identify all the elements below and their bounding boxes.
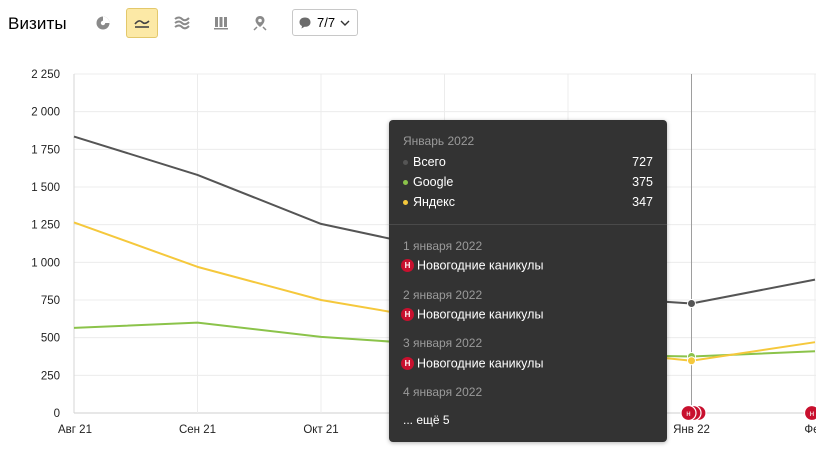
y-tick-label: 1 250 [31,220,60,232]
y-tick-label: 2 250 [31,69,60,81]
y-tick-label: 750 [41,295,60,307]
event-item: Н Новогодние каникулы [401,258,543,276]
annotations-dropdown[interactable]: 7/7 [292,9,358,36]
bar-chart-icon [214,17,228,30]
series-value: 375 [632,175,653,189]
event-date: 4 января 2022 [403,385,483,399]
y-tick-label: 500 [41,333,60,345]
y-tick-label: 1 500 [31,182,60,194]
event-date: 3 января 2022 [403,336,483,350]
event-label: Новогодние каникулы [417,356,544,371]
event-label: Новогодние каникулы [417,307,544,322]
map-button[interactable] [244,8,276,38]
y-tick-label: 1 000 [31,257,60,269]
series-name: Google [413,175,454,189]
holiday-badge-icon: Н [401,308,414,322]
line-chart-button[interactable] [126,8,158,38]
bar-chart-button[interactable] [205,8,237,38]
series-name: Яндекс [413,195,456,209]
tooltip-title: Январь 2022 [403,134,475,148]
chart-area: 0 250 500 750 1 000 1 250 1 500 1 750 2 000 2 250… [0,50,816,454]
y-tick-label: 1 750 [31,144,60,156]
pie-chart-icon [96,16,110,30]
x-tick-label: Авг 21 [58,424,92,436]
annotations-count: 7/7 [317,15,336,30]
x-tick-label: Сен 21 [179,424,216,436]
chevron-down-icon [340,20,350,26]
series-name: Всего [413,155,446,169]
comment-icon [299,17,311,28]
more-events-link[interactable]: ... ещё 5 [403,413,450,427]
annotation-marker-label: н [810,409,814,418]
tooltip-divider [389,224,667,225]
y-tick-label: 250 [41,370,60,382]
series-point [687,356,696,366]
series-value: 727 [632,155,653,169]
y-tick-label: 2 000 [31,107,60,119]
series-point [687,298,696,308]
x-tick-label: Фев [804,424,816,436]
holiday-badge-icon: Н [401,259,414,273]
event-label: Новогодние каникулы [417,258,544,273]
tooltip-row-google: Google 375 [403,174,653,192]
pie-chart-button[interactable] [87,8,119,38]
series-value: 347 [632,195,653,209]
annotation-marker-label: н [686,409,690,418]
series-dot [403,180,408,185]
chart-toolbar: Визиты 7/7 [0,0,816,50]
x-tick-label: Окт 21 [303,424,338,436]
tooltip-row-yandex: Яндекс 347 [403,194,653,212]
series-dot [403,160,408,165]
event-item: Н Новогодние каникулы [401,356,543,374]
event-item: Н Новогодние каникулы [401,307,543,325]
area-chart-icon [174,16,190,30]
chart-title: Визиты [8,14,67,33]
map-pin-icon [253,16,267,31]
event-date: 1 января 2022 [403,239,483,253]
line-chart-icon [134,20,150,28]
y-tick-label: 0 [54,408,60,420]
area-chart-button[interactable] [166,8,198,38]
chart-tooltip: Январь 2022 Всего 727 Google 375 Яндекс … [389,120,667,442]
event-date: 2 января 2022 [403,288,483,302]
x-tick-label: Янв 22 [673,424,710,436]
series-dot [403,200,408,205]
holiday-badge-icon: Н [401,357,414,371]
tooltip-row-total: Всего 727 [403,154,653,172]
